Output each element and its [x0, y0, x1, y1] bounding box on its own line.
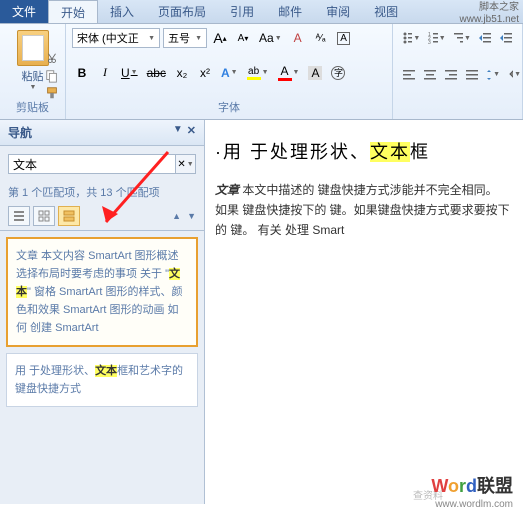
site-watermark: 脚本之家 www.jb51.net: [460, 2, 519, 26]
document-area[interactable]: ·用 于处理形状、文本框 文章 本文中描述的 键盘快捷方式涉能并不完全相同。 如…: [205, 120, 523, 504]
format-painter-icon[interactable]: [44, 86, 60, 100]
change-case-button[interactable]: Aa▼: [256, 28, 285, 48]
line-spacing-icon: [486, 68, 492, 82]
increase-indent-button[interactable]: [496, 28, 516, 48]
multilevel-button[interactable]: ▼: [450, 28, 474, 48]
result-item[interactable]: 用 于处理形状、文本框和艺术字的键盘快捷方式: [6, 353, 198, 407]
numbering-icon: 123: [427, 31, 437, 45]
tab-file[interactable]: 文件: [0, 0, 48, 23]
align-right-icon: [444, 68, 458, 82]
tab-home[interactable]: 开始: [48, 0, 98, 23]
enclose-char-button[interactable]: 字: [328, 63, 348, 83]
align-left-icon: [402, 68, 416, 82]
doc-body: 文章 本文中描述的 键盘快捷方式涉能并不完全相同。 如果 键盘快捷按下的 键。如…: [215, 180, 513, 240]
numbering-button[interactable]: 123▼: [424, 28, 448, 48]
close-icon[interactable]: ✕: [187, 124, 196, 141]
font-family-combo[interactable]: 宋体 (中文正▼: [72, 28, 160, 48]
clear-format-button[interactable]: A: [288, 28, 308, 48]
font-size-combo[interactable]: 五号▼: [163, 28, 207, 48]
cut-icon[interactable]: [44, 52, 60, 66]
nav-view-tabs: ▲ ▼: [0, 202, 204, 231]
multilevel-icon: [453, 31, 463, 45]
group-label-clipboard: 剪贴板: [6, 99, 59, 115]
chevron-down-icon: ▼: [30, 84, 37, 91]
tab-mailings[interactable]: 邮件: [266, 0, 314, 23]
prev-result-button[interactable]: ▲: [172, 211, 181, 221]
nav-results-list: 文章 本文内容 SmartArt 图形概述 选择布局时要考虑的事项 关于 "文本…: [0, 231, 204, 419]
group-clipboard: 粘贴 ▼ 剪贴板: [0, 24, 66, 119]
clear-icon: ✕: [177, 159, 185, 170]
subscript-button[interactable]: x₂: [172, 63, 192, 83]
char-shading-button[interactable]: A: [305, 63, 325, 83]
footer-url: www.wordlm.com: [435, 499, 513, 510]
nav-tab-results[interactable]: [58, 206, 80, 226]
phonetic-button[interactable]: ᴬ⁄ₐ: [311, 28, 331, 48]
nav-header: 导航 ▼ ✕: [0, 120, 204, 146]
search-input[interactable]: [8, 154, 176, 174]
match-count-label: 第 1 个匹配项，共 13 个匹配项: [0, 182, 204, 202]
tab-view[interactable]: 视图: [362, 0, 410, 23]
search-clear-button[interactable]: ✕▼: [176, 154, 196, 174]
bucket-icon: [507, 68, 513, 82]
bold-button[interactable]: B: [72, 63, 92, 83]
line-spacing-button[interactable]: ▼: [483, 65, 503, 85]
shrink-font-button[interactable]: A▾: [233, 28, 253, 48]
char-border-button[interactable]: A: [334, 28, 354, 48]
nav-tab-pages[interactable]: [33, 206, 55, 226]
nav-search: ✕▼: [8, 154, 196, 174]
text-effects-button[interactable]: A▼: [218, 63, 241, 83]
align-right-button[interactable]: [441, 65, 461, 85]
footer-logo: Word联盟: [431, 472, 513, 498]
tab-references[interactable]: 引用: [218, 0, 266, 23]
result-item[interactable]: 文章 本文内容 SmartArt 图形概述 选择布局时要考虑的事项 关于 "文本…: [6, 237, 198, 347]
align-left-button[interactable]: [399, 65, 419, 85]
group-label-font: 字体: [72, 99, 386, 115]
align-justify-button[interactable]: [462, 65, 482, 85]
tab-insert[interactable]: 插入: [98, 0, 146, 23]
tab-layout[interactable]: 页面布局: [146, 0, 218, 23]
group-font: 宋体 (中文正▼ 五号▼ A▴ A▾ Aa▼ A ᴬ⁄ₐ A B I U▼ ab…: [66, 24, 393, 119]
headings-icon: [13, 210, 25, 222]
pages-icon: [38, 210, 50, 222]
navigation-pane: 导航 ▼ ✕ ✕▼ 第 1 个匹配项，共 13 个匹配项 ▲ ▼ 文章 本文内容…: [0, 120, 205, 504]
decrease-indent-button[interactable]: [475, 28, 495, 48]
tab-review[interactable]: 审阅: [314, 0, 362, 23]
doc-heading: ·用 于处理形状、文本框: [215, 138, 513, 164]
font-color-button[interactable]: A▼: [275, 63, 303, 83]
align-center-icon: [423, 68, 437, 82]
bullets-button[interactable]: ▼: [399, 28, 423, 48]
indent-icon: [499, 31, 513, 45]
svg-text:3: 3: [428, 40, 431, 45]
nav-tab-headings[interactable]: [8, 206, 30, 226]
copy-icon[interactable]: [44, 69, 60, 83]
ribbon-tabs: 文件 开始 插入 页面布局 引用 邮件 审阅 视图: [0, 0, 523, 24]
chevron-down-icon[interactable]: ▼: [173, 124, 183, 141]
grow-font-button[interactable]: A▴: [210, 28, 230, 48]
group-paragraph: ▼ 123▼ ▼ ▼ ▼ ▼: [393, 24, 523, 119]
next-result-button[interactable]: ▼: [187, 211, 196, 221]
results-icon: [63, 210, 75, 222]
ribbon: 粘贴 ▼ 剪贴板 宋体 (中文正▼ 五号▼ A▴ A▾ Aa▼ A ᴬ⁄ₐ A …: [0, 24, 523, 120]
highlight-button[interactable]: ab▼: [244, 63, 272, 83]
align-justify-icon: [465, 68, 479, 82]
outdent-icon: [478, 31, 492, 45]
underline-button[interactable]: U▼: [118, 63, 141, 83]
shading-button[interactable]: ▼: [504, 65, 523, 85]
bullets-icon: [402, 31, 412, 45]
align-center-button[interactable]: [420, 65, 440, 85]
italic-button[interactable]: I: [95, 63, 115, 83]
superscript-button[interactable]: x²: [195, 63, 215, 83]
strikethrough-button[interactable]: abc: [144, 63, 169, 83]
